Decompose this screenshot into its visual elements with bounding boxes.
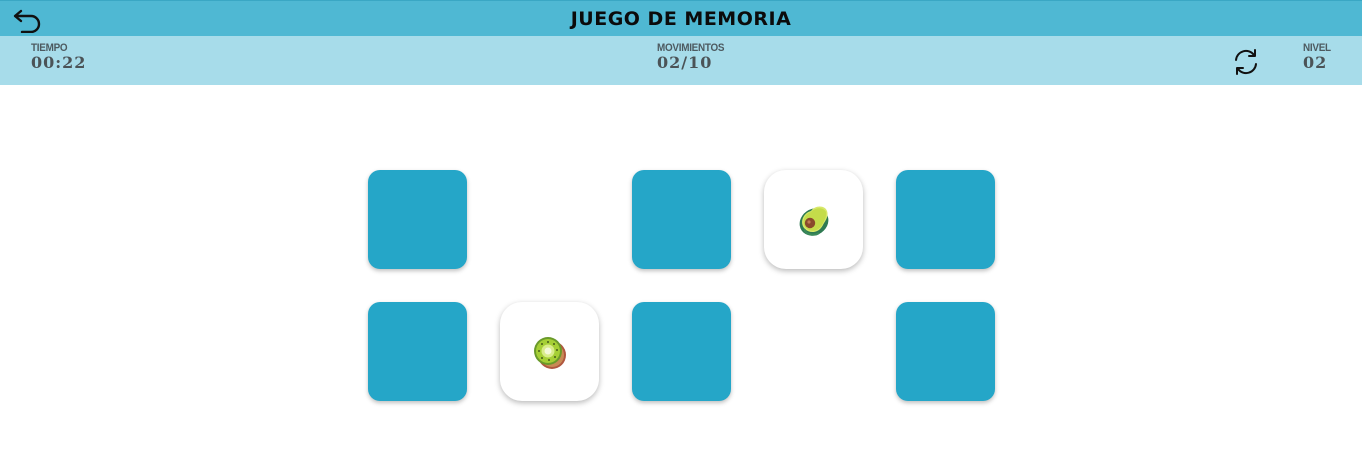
level-value: 02 <box>1303 53 1328 72</box>
restart-button[interactable] <box>1230 46 1262 78</box>
page-title: JUEGO DE MEMORIA <box>570 8 792 30</box>
timer-label: TIEMPO <box>31 42 68 54</box>
card-face-down[interactable] <box>896 170 995 269</box>
card-matched-empty <box>500 170 599 269</box>
card-face-up-kiwi[interactable] <box>500 302 599 401</box>
undo-arrow-icon <box>13 9 41 34</box>
avocado-icon <box>799 206 829 236</box>
moves-value: 02/10 <box>657 53 713 72</box>
card-face-down[interactable] <box>368 170 467 269</box>
back-button[interactable] <box>12 5 44 34</box>
card-face-down[interactable] <box>632 170 731 269</box>
card-face-up-avocado[interactable] <box>764 170 863 269</box>
timer: TIEMPO 00:22 <box>31 42 86 72</box>
card-matched-empty <box>764 302 863 401</box>
kiwi-icon <box>534 337 566 369</box>
status-bar: TIEMPO 00:22 MOVIMIENTOS 02/10 NIVEL 02 <box>0 36 1362 85</box>
card-board <box>368 170 995 401</box>
level-label: NIVEL <box>1303 42 1331 54</box>
card-face-down[interactable] <box>632 302 731 401</box>
level-indicator: NIVEL 02 <box>1303 42 1334 72</box>
refresh-icon <box>1235 49 1257 75</box>
card-face-down[interactable] <box>368 302 467 401</box>
timer-value: 00:22 <box>31 53 87 72</box>
moves-counter: MOVIMIENTOS 02/10 <box>657 42 732 72</box>
card-face-down[interactable] <box>896 302 995 401</box>
top-bar: JUEGO DE MEMORIA <box>0 0 1362 36</box>
moves-label: MOVIMIENTOS <box>657 42 725 54</box>
